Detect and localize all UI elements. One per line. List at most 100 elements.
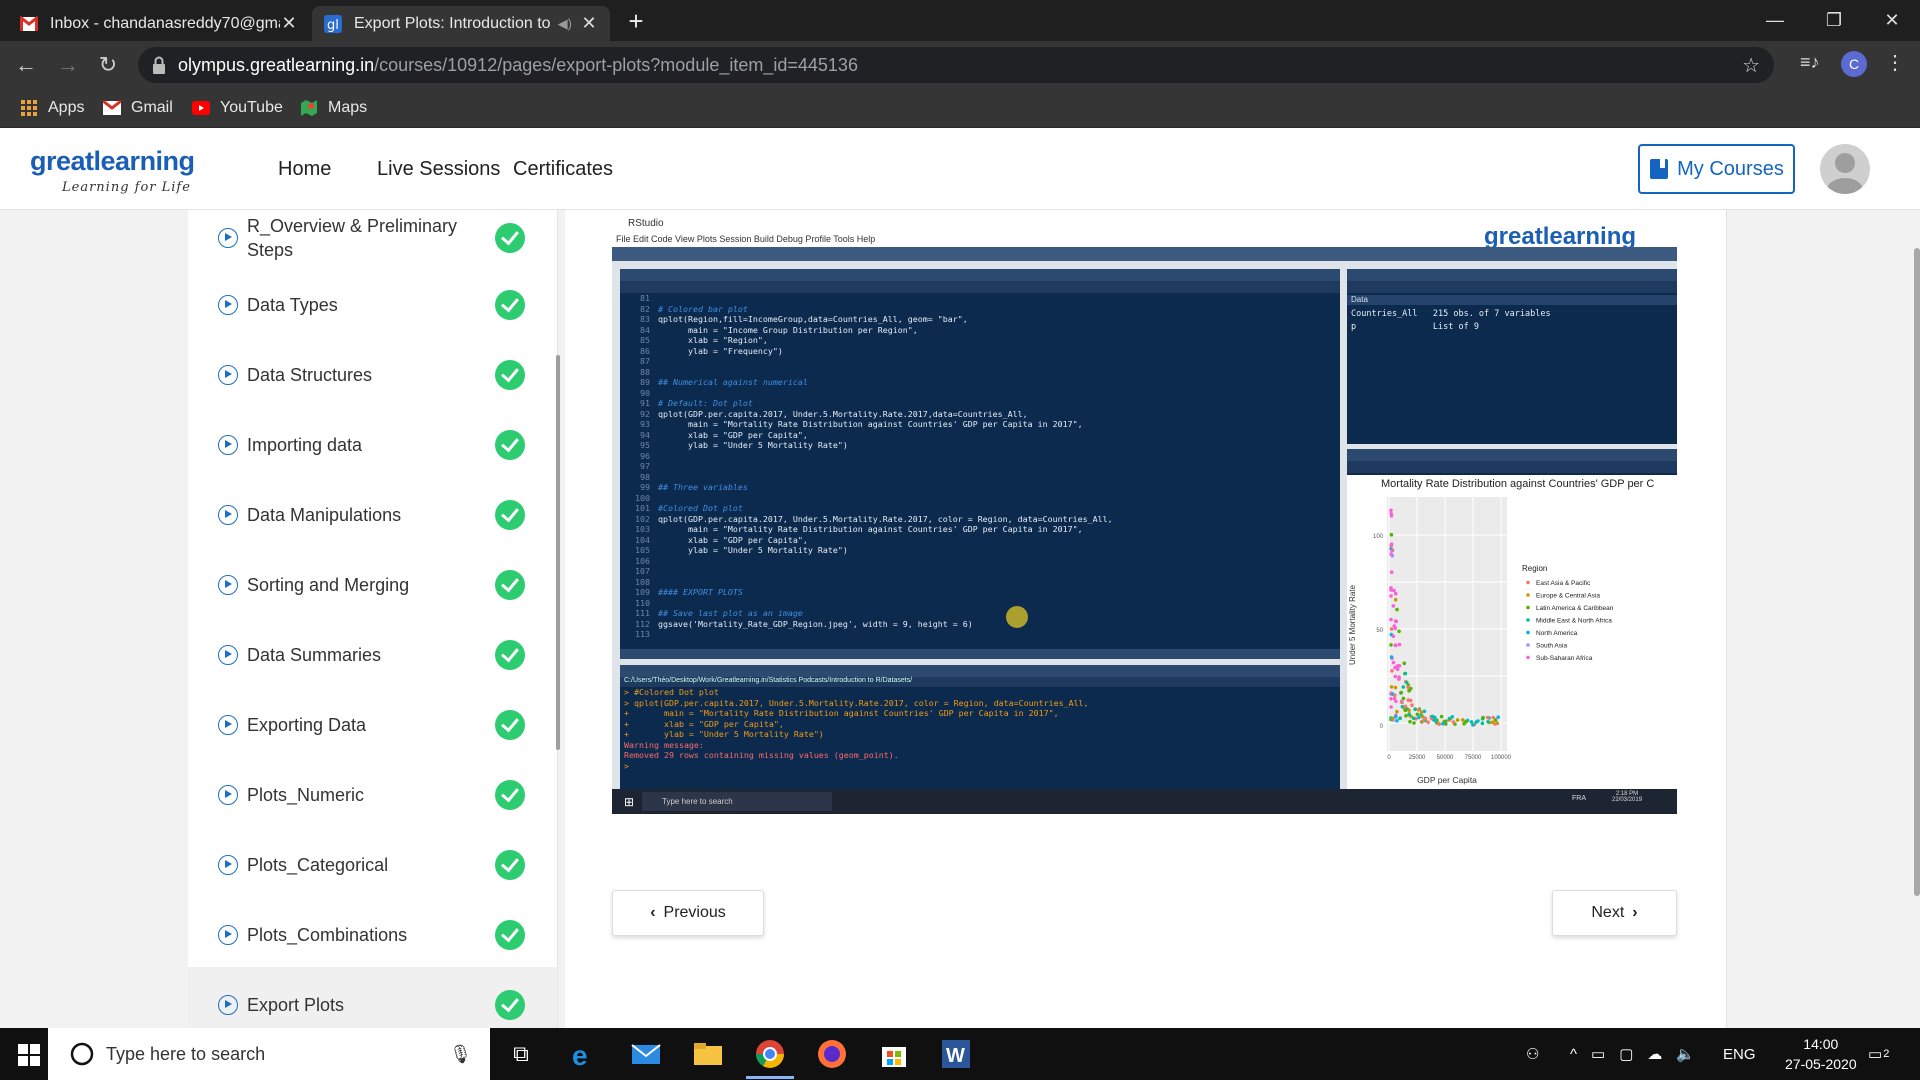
notifications-icon[interactable]: ▭ 2 bbox=[1868, 1028, 1889, 1080]
restore-icon[interactable]: ❐ bbox=[1806, 0, 1862, 41]
battery-icon[interactable]: ▭ bbox=[1591, 1045, 1605, 1063]
code-text: xlab = "Region", bbox=[658, 335, 768, 345]
line-number: 91 bbox=[640, 398, 650, 408]
language-indicator[interactable]: ENG bbox=[1723, 1028, 1756, 1080]
sidebar-item-module[interactable]: Sorting and Merging bbox=[188, 547, 557, 617]
recorded-windows-taskbar: ⊞ Type here to search FRA 2:18 PM 22/03/2… bbox=[612, 789, 1677, 814]
nav-home[interactable]: Home bbox=[278, 158, 331, 181]
code-line: 105 ylab = "Under 5 Mortality Rate") bbox=[620, 545, 1340, 556]
sidebar-item-module[interactable]: Plots_Combinations bbox=[188, 897, 557, 967]
x-tick-label: 75000 bbox=[1465, 755, 1482, 761]
taskbar-search[interactable]: Type here to search 🎙 bbox=[48, 1028, 490, 1080]
bookmark-maps[interactable]: Maps bbox=[300, 96, 367, 120]
legend-swatch bbox=[1526, 593, 1530, 597]
code-line: 89 ## Numerical against numerical bbox=[620, 377, 1340, 388]
minimize-icon[interactable]: — bbox=[1747, 0, 1803, 41]
sidebar-scrollbar[interactable] bbox=[556, 355, 560, 750]
page-scrollbar[interactable] bbox=[1914, 248, 1920, 896]
bookmark-gmail[interactable]: Gmail bbox=[103, 96, 173, 120]
completed-check-icon bbox=[495, 430, 525, 460]
mail-icon[interactable] bbox=[630, 1038, 662, 1070]
lock-icon bbox=[153, 56, 165, 74]
sidebar-item-module[interactable]: Plots_Numeric bbox=[188, 757, 557, 827]
code-line: 108 bbox=[620, 577, 1340, 588]
profile-avatar[interactable]: C bbox=[1841, 51, 1867, 77]
nav-live-sessions[interactable]: Live Sessions bbox=[377, 158, 500, 181]
onedrive-icon[interactable]: ☁ bbox=[1647, 1045, 1662, 1063]
chevron-up-icon[interactable]: ^ bbox=[1570, 1046, 1577, 1063]
site-logo[interactable]: greatlearning bbox=[30, 146, 195, 177]
code-line: 106 bbox=[620, 556, 1340, 567]
edge-icon[interactable]: e bbox=[568, 1038, 600, 1070]
bookmark-apps[interactable]: Apps bbox=[20, 96, 84, 120]
console-lines: > #Colored Dot plot > qplot(GDP.per.capit… bbox=[624, 687, 1089, 771]
bookmark-youtube[interactable]: YouTube bbox=[192, 96, 283, 120]
word-icon[interactable]: W bbox=[940, 1038, 972, 1070]
media-controls-icon[interactable]: ≡♪ bbox=[1800, 52, 1820, 73]
sidebar-item-module[interactable]: Data Structures bbox=[188, 337, 557, 407]
tab-export-plots[interactable]: gl Export Plots: Introduction to ◀) ✕ bbox=[312, 6, 610, 41]
file-explorer-icon[interactable] bbox=[692, 1038, 724, 1070]
scatter-point bbox=[1451, 720, 1456, 724]
scatter-point bbox=[1410, 703, 1414, 707]
mute-icon[interactable]: ◀) bbox=[558, 16, 572, 32]
task-view-icon[interactable]: ⧉ bbox=[505, 1038, 537, 1070]
bookmark-star-icon[interactable]: ☆ bbox=[1742, 53, 1760, 78]
clock[interactable]: 14:00 27-05-2020 bbox=[1785, 1028, 1857, 1080]
tab-inbox[interactable]: Inbox - chandanasreddy70@gma ✕ bbox=[8, 6, 310, 41]
close-tab-icon[interactable]: ✕ bbox=[580, 13, 598, 34]
close-window-icon[interactable]: ✕ bbox=[1864, 0, 1920, 41]
sidebar-item-module[interactable]: Data Manipulations bbox=[188, 477, 557, 547]
sidebar-item-module[interactable]: Exporting Data bbox=[188, 687, 557, 757]
address-bar[interactable]: olympus.greatlearning.in/courses/10912/p… bbox=[138, 47, 1774, 83]
scatter-point bbox=[1390, 548, 1394, 553]
forward-icon[interactable]: → bbox=[54, 51, 82, 79]
new-tab-button[interactable]: + bbox=[622, 8, 650, 36]
line-number: 103 bbox=[635, 524, 650, 534]
completed-check-icon bbox=[495, 850, 525, 880]
code-text: ggsave('Mortality_Rate_GDP_Region.jpeg',… bbox=[658, 618, 973, 629]
sidebar-item-module[interactable]: Data Types bbox=[188, 267, 557, 337]
volume-icon[interactable]: 🔈 bbox=[1676, 1045, 1695, 1063]
module-label: Sorting and Merging bbox=[247, 575, 410, 595]
windows-start-icon[interactable] bbox=[18, 1044, 40, 1066]
reload-icon[interactable]: ↻ bbox=[94, 51, 122, 79]
chrome-icon[interactable] bbox=[754, 1038, 786, 1070]
people-icon[interactable]: ⚇ bbox=[1526, 1028, 1539, 1080]
sidebar-item-module[interactable]: Data Summaries bbox=[188, 617, 557, 687]
menu-icon[interactable]: ⋮ bbox=[1885, 50, 1905, 75]
scatter-point bbox=[1401, 685, 1406, 689]
sidebar-item-module[interactable]: Export Plots bbox=[188, 967, 557, 1028]
code-line: 107 bbox=[620, 566, 1340, 577]
module-label: Importing data bbox=[247, 435, 363, 455]
code-line: 93 main = "Mortality Rate Distribution a… bbox=[620, 419, 1340, 430]
store-icon[interactable] bbox=[878, 1038, 910, 1070]
sidebar-item-module[interactable]: Plots_Categorical bbox=[188, 827, 557, 897]
env-tabs bbox=[1347, 269, 1677, 281]
firefox-icon[interactable] bbox=[816, 1038, 848, 1070]
play-circle-icon bbox=[218, 785, 238, 805]
nav-certificates[interactable]: Certificates bbox=[513, 158, 613, 181]
completed-check-icon bbox=[495, 570, 525, 600]
microphone-icon[interactable]: 🎙 bbox=[449, 1044, 472, 1065]
scatter-point bbox=[1394, 591, 1398, 596]
console-line: > qplot(GDP.per.capita.2017, Under.5.Mor… bbox=[624, 697, 1089, 708]
user-avatar[interactable] bbox=[1820, 144, 1870, 194]
close-tab-icon[interactable]: ✕ bbox=[280, 13, 298, 34]
plot-xlabel: GDP per Capita bbox=[1417, 775, 1477, 785]
next-button[interactable]: Next › bbox=[1552, 890, 1677, 936]
my-courses-button[interactable]: My Courses bbox=[1638, 144, 1795, 194]
previous-button[interactable]: ‹ Previous bbox=[612, 890, 764, 936]
scatter-point bbox=[1491, 715, 1496, 720]
network-icon[interactable]: ▢ bbox=[1619, 1045, 1633, 1063]
code-line: 94 xlab = "GDP per Capita", bbox=[620, 430, 1340, 441]
sidebar-item-module[interactable]: R_Overview & Preliminary Steps bbox=[188, 210, 557, 270]
system-tray[interactable]: ^ ▭ ▢ ☁ 🔈 bbox=[1570, 1028, 1695, 1080]
y-tick-label: 100 bbox=[1373, 534, 1384, 540]
sidebar-item-module[interactable]: Importing data bbox=[188, 407, 557, 477]
scatter-point bbox=[1398, 716, 1402, 721]
module-label: Exporting Data bbox=[247, 715, 367, 735]
back-icon[interactable]: ← bbox=[12, 51, 40, 79]
video-player[interactable]: RStudio File Edit Code View Plots Sessio… bbox=[612, 213, 1677, 814]
code-line: 99 ## Three variables bbox=[620, 482, 1340, 493]
